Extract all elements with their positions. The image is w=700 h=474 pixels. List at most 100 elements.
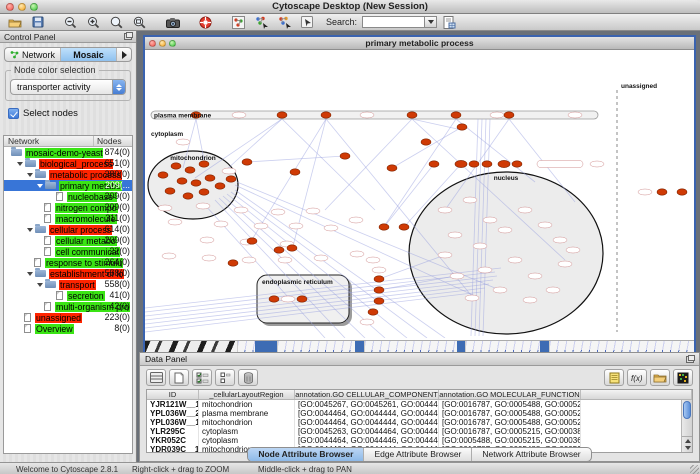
nucleus-label: nucleus [494,175,519,182]
control-panel: Control Panel Network Mosaic Node color … [0,31,137,462]
new-attribute-button[interactable] [169,369,189,386]
app-title: Cytoscape Desktop (New Session) [0,1,700,12]
tree-col-nodes[interactable]: Nodes [94,136,132,146]
tree-row[interactable]: nucleobase-209(0) [4,191,132,202]
expander-icon[interactable] [37,283,43,287]
save-icon[interactable] [27,15,48,30]
scroll-up-icon[interactable] [685,439,691,443]
float-panel-icon[interactable] [124,33,132,40]
table-scrollbar[interactable] [681,400,692,452]
tree-row[interactable]: biological_process651(0) [4,158,132,169]
select-attributes-button[interactable] [192,369,212,386]
file-icon [44,203,51,212]
tree-row[interactable]: response to stimulu264(0) [4,257,132,268]
folder-icon [35,171,46,178]
expander-icon[interactable] [27,272,33,276]
zoom-selected-icon[interactable] [106,15,127,30]
file-icon [34,258,41,267]
network-view-window[interactable]: primary metabolic process [143,35,696,352]
file-icon [44,247,51,256]
search-input[interactable] [362,16,424,28]
main-toolbar: Search: [0,14,700,31]
scrollbar-thumb[interactable] [683,401,691,419]
tree-row[interactable]: cellular process614(0) [4,224,132,235]
float-panel-icon[interactable] [686,356,694,363]
tree-row[interactable]: cellular metabo209(0) [4,235,132,246]
file-icon [56,291,63,300]
table-row[interactable]: YLR295Ccytoplasm[GO:0045263, GO:0044464,… [147,427,692,436]
annotation-note-button[interactable] [604,369,624,386]
zoom-fit-icon[interactable] [129,15,150,30]
resize-grip[interactable] [690,465,699,474]
col-id[interactable]: ID [147,390,199,399]
file-icon [24,324,31,333]
snapshot-camera-icon[interactable] [162,15,183,30]
table-row[interactable]: YKR052Ccytoplasm[GO:0044464, GO:0044446,… [147,436,692,445]
control-panel-tabs: Network Mosaic [4,47,132,62]
expander-icon[interactable] [37,184,43,188]
tree-col-network[interactable]: Network [4,136,94,146]
status-pan-hint: Middle-click + drag to PAN [258,465,352,474]
tab-edge-attribute-browser[interactable]: Edge Attribute Browser [364,448,472,461]
workspace: Control Panel Network Mosaic Node color … [0,31,700,462]
tab-network[interactable]: Network [5,48,61,61]
col-cellular-component[interactable]: annotation.GO CELLULAR_COMPONENT [295,390,439,399]
help-lifering-icon[interactable] [195,15,216,30]
tree-row[interactable]: macromolecule311(0) [4,213,132,224]
open-file-icon[interactable] [4,15,25,30]
matrix-heatmap-button[interactable] [673,369,693,386]
zoom-out-icon[interactable] [60,15,81,30]
network-window-titlebar: primary metabolic process [145,37,694,50]
tree-row[interactable]: transport558(0) [4,279,132,290]
expander-icon[interactable] [27,228,33,232]
zoom-in-icon[interactable] [83,15,104,30]
cytoscape-app-window: Cytoscape Desktop (New Session) [0,0,700,474]
unselect-attributes-button[interactable] [215,369,235,386]
tree-row[interactable]: nitrogen compo209(0) [4,202,132,213]
attribute-grid-button[interactable] [146,369,166,386]
delete-attribute-trash-button[interactable] [238,369,258,386]
import-folder-button[interactable] [650,369,670,386]
import-attributes-icon[interactable] [439,15,460,30]
col-layout-region[interactable]: _cellularLayoutRegion [199,390,295,399]
col-molecular-function[interactable]: annotation.GO MOLECULAR_FUNCTION [439,390,581,399]
mdi-desktop: primary metabolic process [137,31,700,462]
unassigned-label: unassigned [621,83,657,90]
expander-icon[interactable] [27,173,33,177]
search-dropdown-button[interactable] [424,16,437,28]
network-manager-icon[interactable] [228,15,249,30]
tree-header: Network Nodes [4,136,132,147]
svg-text:f(x): f(x) [631,374,643,383]
table-row[interactable]: YJR121W__1mitochondrion[GO:0045267, GO:0… [147,400,692,409]
tree-row-selected[interactable]: primary metabo209(... [4,180,132,191]
tree-row[interactable]: unassigned223(0) [4,312,132,323]
search-label: Search: [326,17,357,27]
tab-overflow-arrow[interactable] [117,48,131,61]
tree-row[interactable]: metabolic process280(0) [4,169,132,180]
tab-node-attribute-browser[interactable]: Node Attribute Browser [248,448,364,461]
network-canvas[interactable]: plasma membrane cytoplasm mitochondrion … [145,50,694,338]
edit-annotations-icon[interactable] [297,15,318,30]
tree-row[interactable]: multi-organism pro42(0) [4,301,132,312]
function-builder-button[interactable]: f(x) [627,369,647,386]
mitochondrion-label: mitochondrion [170,155,216,162]
table-row[interactable]: YPL036W__1mitochondrion[GO:0044464, GO:0… [147,418,692,427]
tab-network-attribute-browser[interactable]: Network Attribute Browser [472,448,590,461]
select-nodes-checkbox[interactable] [8,108,19,119]
status-welcome: Welcome to Cytoscape 2.8.1 [16,465,118,474]
select-stepper-icon [112,79,125,95]
attribute-table: ID _cellularLayoutRegion annotation.GO C… [146,389,693,453]
tree-row[interactable]: mosaic-demo-yeast874(0) [4,147,132,158]
tree-row[interactable]: cell communicat22(0) [4,246,132,257]
node-color-select[interactable]: transporter activity [10,79,126,95]
network-tree: Network Nodes mosaic-demo-yeast874(0) bi… [3,135,133,454]
tree-row[interactable]: establishment of lo558(0) [4,268,132,279]
expander-icon[interactable] [17,162,23,166]
tree-row[interactable]: Overview8(0) [4,323,132,334]
table-row[interactable]: YPL036W__2plasma membrane[GO:0044464, GO… [147,409,692,418]
copy-network-view-icon[interactable] [274,15,295,30]
select-first-neighbors-icon[interactable] [251,15,272,30]
tab-mosaic[interactable]: Mosaic [61,48,117,61]
tree-row[interactable]: secretion41(0) [4,290,132,301]
search-combobox[interactable] [362,16,437,28]
